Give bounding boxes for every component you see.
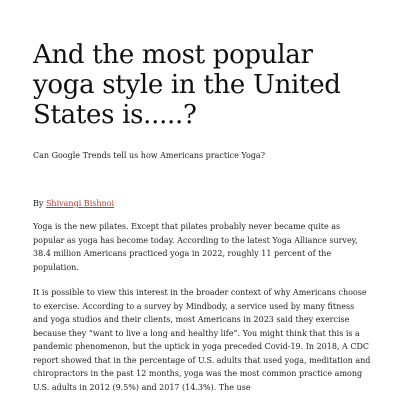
paragraph: Yoga is the new pilates. Except that pil…	[33, 222, 358, 272]
author-link[interactable]: Shivangi Bishnoi	[46, 199, 114, 208]
byline-prefix: By	[33, 199, 44, 208]
article-title: And the most popular yoga style in the U…	[33, 40, 341, 130]
article-subtitle: Can Google Trends tell us how Americans …	[33, 151, 265, 160]
paragraph: It is possible to view this interest in …	[33, 288, 371, 392]
byline: By Shivangi Bishnoi	[33, 198, 373, 210]
article: And the most popular yoga style in the U…	[33, 40, 373, 394]
